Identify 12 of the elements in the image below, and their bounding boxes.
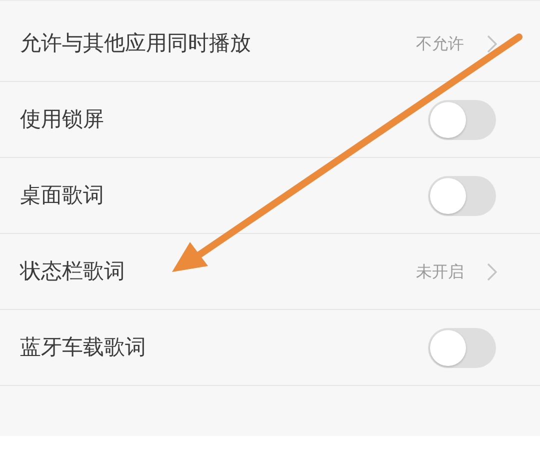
setting-label: 状态栏歌词 (20, 258, 126, 285)
setting-value[interactable]: 不允许 (416, 32, 464, 56)
toggle-switch[interactable] (428, 328, 496, 368)
toggle-switch[interactable] (428, 100, 496, 140)
setting-label: 桌面歌词 (20, 182, 105, 209)
setting-label: 蓝牙车载歌词 (20, 334, 147, 361)
setting-value[interactable]: 未开启 (416, 260, 464, 284)
chevron-right-icon (486, 34, 498, 54)
toggle-switch[interactable] (428, 176, 496, 216)
chevron-right-icon (486, 262, 498, 282)
setting-label: 允许与其他应用同时播放 (20, 30, 252, 57)
setting-label: 使用锁屏 (20, 106, 105, 133)
